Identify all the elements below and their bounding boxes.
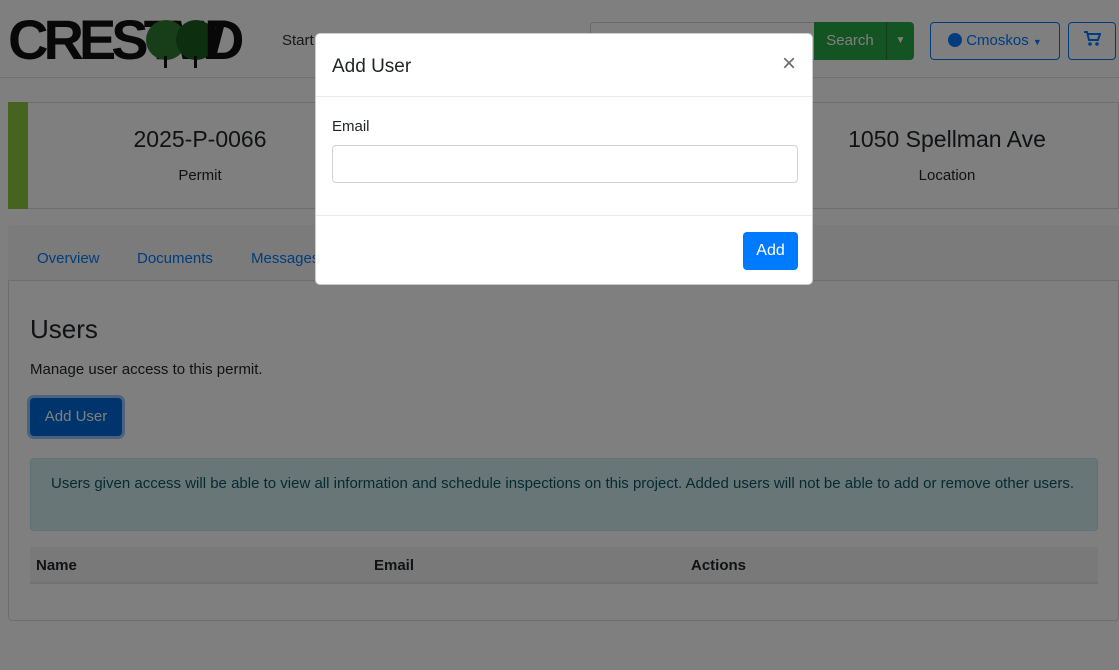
add-user-modal: Add User × Email Add	[315, 33, 813, 285]
email-field[interactable]	[332, 145, 798, 183]
modal-footer	[316, 215, 812, 285]
modal-header: Add User ×	[316, 34, 812, 97]
add-submit-button[interactable]: Add	[743, 232, 798, 270]
email-label: Email	[332, 118, 370, 135]
modal-title: Add User	[332, 56, 412, 77]
close-icon[interactable]: ×	[782, 51, 796, 77]
